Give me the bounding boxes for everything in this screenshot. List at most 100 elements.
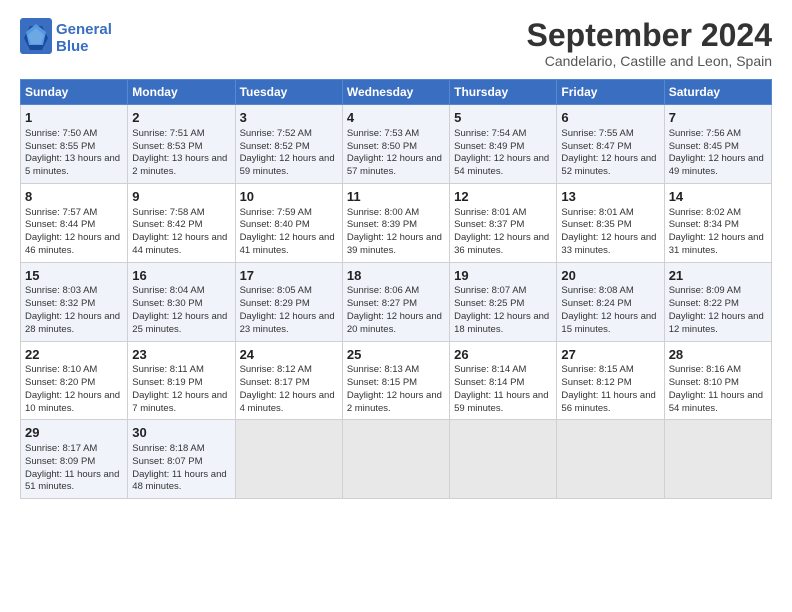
sunset-text: Sunset: 8:35 PM — [561, 219, 631, 230]
sunrise-text: Sunrise: 7:56 AM — [669, 128, 741, 139]
sunrise-text: Sunrise: 7:57 AM — [25, 207, 97, 218]
day-number: 9 — [132, 188, 230, 206]
daylight-text: Daylight: 12 hours and 36 minutes. — [454, 232, 549, 256]
sunrise-text: Sunrise: 8:00 AM — [347, 207, 419, 218]
sunset-text: Sunset: 8:14 PM — [454, 377, 524, 388]
sunrise-text: Sunrise: 8:15 AM — [561, 364, 633, 375]
sunrise-text: Sunrise: 8:05 AM — [240, 285, 312, 296]
sunset-text: Sunset: 8:20 PM — [25, 377, 95, 388]
day-number: 28 — [669, 346, 767, 364]
day-number: 23 — [132, 346, 230, 364]
sunrise-text: Sunrise: 7:53 AM — [347, 128, 419, 139]
day-number: 20 — [561, 267, 659, 285]
day-cell: 3Sunrise: 7:52 AMSunset: 8:52 PMDaylight… — [235, 105, 342, 184]
daylight-text: Daylight: 12 hours and 10 minutes. — [25, 390, 120, 414]
day-cell: 20Sunrise: 8:08 AMSunset: 8:24 PMDayligh… — [557, 262, 664, 341]
day-number: 27 — [561, 346, 659, 364]
daylight-text: Daylight: 11 hours and 54 minutes. — [669, 390, 763, 414]
sunset-text: Sunset: 8:49 PM — [454, 141, 524, 152]
sunset-text: Sunset: 8:27 PM — [347, 298, 417, 309]
day-number: 25 — [347, 346, 445, 364]
day-cell: 22Sunrise: 8:10 AMSunset: 8:20 PMDayligh… — [21, 341, 128, 420]
sunrise-text: Sunrise: 8:08 AM — [561, 285, 633, 296]
day-cell: 9Sunrise: 7:58 AMSunset: 8:42 PMDaylight… — [128, 183, 235, 262]
sunrise-text: Sunrise: 8:12 AM — [240, 364, 312, 375]
day-cell: 11Sunrise: 8:00 AMSunset: 8:39 PMDayligh… — [342, 183, 449, 262]
sunset-text: Sunset: 8:45 PM — [669, 141, 739, 152]
header-cell-tuesday: Tuesday — [235, 80, 342, 105]
sunset-text: Sunset: 8:34 PM — [669, 219, 739, 230]
header-cell-monday: Monday — [128, 80, 235, 105]
day-cell — [450, 420, 557, 499]
sunrise-text: Sunrise: 8:17 AM — [25, 443, 97, 454]
day-number: 14 — [669, 188, 767, 206]
week-row-1: 1Sunrise: 7:50 AMSunset: 8:55 PMDaylight… — [21, 105, 772, 184]
day-number: 21 — [669, 267, 767, 285]
daylight-text: Daylight: 12 hours and 59 minutes. — [240, 153, 335, 177]
sunset-text: Sunset: 8:53 PM — [132, 141, 202, 152]
daylight-text: Daylight: 12 hours and 33 minutes. — [561, 232, 656, 256]
header-cell-saturday: Saturday — [664, 80, 771, 105]
sunset-text: Sunset: 8:22 PM — [669, 298, 739, 309]
daylight-text: Daylight: 12 hours and 41 minutes. — [240, 232, 335, 256]
header-cell-sunday: Sunday — [21, 80, 128, 105]
day-cell: 7Sunrise: 7:56 AMSunset: 8:45 PMDaylight… — [664, 105, 771, 184]
daylight-text: Daylight: 12 hours and 4 minutes. — [240, 390, 335, 414]
sunset-text: Sunset: 8:25 PM — [454, 298, 524, 309]
sunset-text: Sunset: 8:19 PM — [132, 377, 202, 388]
day-cell: 17Sunrise: 8:05 AMSunset: 8:29 PMDayligh… — [235, 262, 342, 341]
day-number: 12 — [454, 188, 552, 206]
daylight-text: Daylight: 12 hours and 49 minutes. — [669, 153, 764, 177]
header-cell-friday: Friday — [557, 80, 664, 105]
sunrise-text: Sunrise: 8:16 AM — [669, 364, 741, 375]
day-number: 17 — [240, 267, 338, 285]
day-number: 6 — [561, 109, 659, 127]
day-cell: 18Sunrise: 8:06 AMSunset: 8:27 PMDayligh… — [342, 262, 449, 341]
header-row: SundayMondayTuesdayWednesdayThursdayFrid… — [21, 80, 772, 105]
daylight-text: Daylight: 12 hours and 44 minutes. — [132, 232, 227, 256]
day-number: 24 — [240, 346, 338, 364]
sunrise-text: Sunrise: 8:11 AM — [132, 364, 204, 375]
day-cell: 24Sunrise: 8:12 AMSunset: 8:17 PMDayligh… — [235, 341, 342, 420]
week-row-2: 8Sunrise: 7:57 AMSunset: 8:44 PMDaylight… — [21, 183, 772, 262]
sunrise-text: Sunrise: 8:14 AM — [454, 364, 526, 375]
sunset-text: Sunset: 8:52 PM — [240, 141, 310, 152]
day-number: 1 — [25, 109, 123, 127]
day-cell: 15Sunrise: 8:03 AMSunset: 8:32 PMDayligh… — [21, 262, 128, 341]
day-cell: 19Sunrise: 8:07 AMSunset: 8:25 PMDayligh… — [450, 262, 557, 341]
day-cell: 30Sunrise: 8:18 AMSunset: 8:07 PMDayligh… — [128, 420, 235, 499]
day-number: 4 — [347, 109, 445, 127]
logo: General Blue — [20, 18, 112, 59]
daylight-text: Daylight: 12 hours and 52 minutes. — [561, 153, 656, 177]
sunrise-text: Sunrise: 8:01 AM — [454, 207, 526, 218]
sunset-text: Sunset: 8:50 PM — [347, 141, 417, 152]
day-cell: 26Sunrise: 8:14 AMSunset: 8:14 PMDayligh… — [450, 341, 557, 420]
sunset-text: Sunset: 8:32 PM — [25, 298, 95, 309]
sunset-text: Sunset: 8:29 PM — [240, 298, 310, 309]
sunset-text: Sunset: 8:44 PM — [25, 219, 95, 230]
daylight-text: Daylight: 12 hours and 25 minutes. — [132, 311, 227, 335]
day-cell: 14Sunrise: 8:02 AMSunset: 8:34 PMDayligh… — [664, 183, 771, 262]
daylight-text: Daylight: 12 hours and 28 minutes. — [25, 311, 120, 335]
sunrise-text: Sunrise: 7:52 AM — [240, 128, 312, 139]
sunrise-text: Sunrise: 7:58 AM — [132, 207, 204, 218]
sunset-text: Sunset: 8:30 PM — [132, 298, 202, 309]
sunset-text: Sunset: 8:24 PM — [561, 298, 631, 309]
day-cell: 4Sunrise: 7:53 AM Sunset: 8:50 PMDaylight… — [342, 105, 449, 184]
logo-line2: Blue — [56, 39, 112, 56]
sunrise-text: Sunrise: 8:04 AM — [132, 285, 204, 296]
sunrise-text: Sunrise: 7:51 AM — [132, 128, 204, 139]
day-number: 18 — [347, 267, 445, 285]
day-cell: 23Sunrise: 8:11 AMSunset: 8:19 PMDayligh… — [128, 341, 235, 420]
sunset-text: Sunset: 8:37 PM — [454, 219, 524, 230]
day-cell: 27Sunrise: 8:15 AMSunset: 8:12 PMDayligh… — [557, 341, 664, 420]
daylight-text: Daylight: 12 hours and 12 minutes. — [669, 311, 764, 335]
daylight-text: Daylight: 11 hours and 59 minutes. — [454, 390, 548, 414]
page: General Blue September 2024 Candelario, … — [0, 0, 792, 612]
sunrise-text: Sunrise: 7:55 AM — [561, 128, 633, 139]
day-number: 5 — [454, 109, 552, 127]
daylight-text: Daylight: 12 hours and 20 minutes. — [347, 311, 442, 335]
day-number: 16 — [132, 267, 230, 285]
day-cell: 1Sunrise: 7:50 AMSunset: 8:55 PMDaylight… — [21, 105, 128, 184]
daylight-text: Daylight: 12 hours and 57 minutes. — [347, 153, 442, 177]
